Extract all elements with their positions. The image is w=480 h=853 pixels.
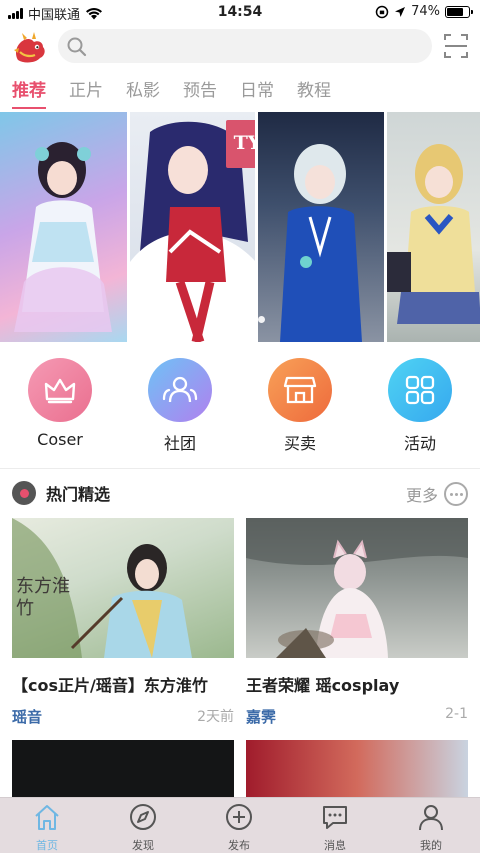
- post-image-peek[interactable]: [12, 740, 234, 800]
- section-title: 热门精选: [46, 485, 111, 504]
- search-icon: [67, 37, 87, 57]
- tabbar-home[interactable]: 首页: [12, 802, 82, 853]
- category-club[interactable]: 社团: [140, 358, 220, 454]
- tabbar-discover[interactable]: 发现: [108, 802, 178, 853]
- plus-circle-icon: [226, 804, 252, 830]
- battery-icon: [445, 5, 473, 18]
- group-icon: [148, 358, 212, 422]
- category-trade[interactable]: 买卖: [260, 358, 340, 454]
- tab-official[interactable]: 正片: [69, 76, 103, 109]
- post-card[interactable]: 东方淮竹 【cos正片/瑶音】东方淮竹 瑶音 2天前: [12, 518, 234, 727]
- post-image-peek[interactable]: [246, 740, 468, 800]
- user-icon: [419, 805, 443, 831]
- record-icon: [12, 481, 36, 505]
- category-tabs: 推荐 正片 私影 预告 日常 教程: [12, 76, 331, 109]
- tab-recommend[interactable]: 推荐: [12, 76, 46, 109]
- location-icon: [395, 6, 406, 17]
- tab-daily[interactable]: 日常: [240, 76, 274, 109]
- tabbar-label: 发现: [132, 839, 154, 852]
- category-label: Coser: [37, 430, 83, 449]
- grid-icon: [388, 358, 452, 422]
- battery-percent: 74%: [411, 4, 440, 19]
- banner-photo-4[interactable]: [386, 112, 480, 342]
- search-input[interactable]: [58, 29, 432, 63]
- tabbar-label: 我的: [420, 839, 442, 852]
- post-author[interactable]: 瑶音: [12, 706, 42, 727]
- scan-icon[interactable]: [444, 33, 468, 59]
- message-icon: [323, 806, 347, 829]
- tya-badge: TYA: [226, 120, 256, 168]
- post-date: 2天前: [197, 709, 234, 725]
- home-icon: [35, 805, 59, 830]
- tab-preview[interactable]: 预告: [183, 76, 217, 109]
- shop-icon: [268, 358, 332, 422]
- tab-tutorial[interactable]: 教程: [297, 76, 331, 109]
- app-screen: 中国联通 14:54 74% 推荐 正片 私影 预告 日常 教程 TY Cose…: [0, 0, 480, 853]
- banner-photo-2[interactable]: TYA: [130, 112, 256, 342]
- crown-icon: [28, 358, 92, 422]
- tabbar-publish[interactable]: 发布: [204, 802, 274, 853]
- category-label: 活动: [403, 434, 436, 453]
- more-button[interactable]: 更多: [406, 482, 468, 506]
- post-title[interactable]: 【cos正片/瑶音】东方淮竹: [12, 672, 234, 696]
- status-bar: 中国联通 14:54 74%: [0, 0, 480, 24]
- section-divider: [0, 468, 480, 469]
- tabbar-profile[interactable]: 我的: [396, 802, 466, 853]
- post-image[interactable]: [246, 518, 468, 658]
- bottom-tab-bar: 首页 发现 发布 消息 我的: [0, 797, 480, 853]
- category-event[interactable]: 活动: [380, 358, 460, 454]
- banner-carousel[interactable]: TYA: [0, 112, 480, 342]
- category-coser[interactable]: Coser: [20, 358, 100, 449]
- category-label: 买卖: [283, 434, 316, 453]
- category-label: 社团: [163, 434, 196, 453]
- dragon-logo-icon[interactable]: [10, 30, 48, 66]
- banner-photo-3[interactable]: [258, 112, 384, 342]
- tabbar-label: 发布: [228, 839, 250, 852]
- post-image[interactable]: 东方淮竹: [12, 518, 234, 658]
- post-date: 2-1: [445, 706, 468, 722]
- post-author[interactable]: 嘉霁: [246, 706, 276, 727]
- tab-private[interactable]: 私影: [126, 76, 160, 109]
- banner-photo-1[interactable]: [0, 112, 128, 342]
- more-label: 更多: [405, 486, 438, 505]
- post-image-caption: 东方淮竹: [16, 576, 70, 619]
- rotation-lock-icon: [375, 5, 389, 18]
- header: [0, 28, 480, 66]
- post-title[interactable]: 王者荣耀 瑶cosplay: [246, 672, 468, 696]
- category-shortcuts: Coser 社团 买卖 活动: [0, 358, 480, 458]
- hot-section-header: 热门精选: [12, 481, 110, 505]
- post-card[interactable]: 王者荣耀 瑶cosplay 嘉霁 2-1: [246, 518, 468, 727]
- more-dots-icon: [444, 482, 468, 506]
- tabbar-label: 首页: [36, 839, 58, 852]
- tabbar-messages[interactable]: 消息: [300, 802, 370, 853]
- compass-icon: [130, 804, 156, 830]
- tabbar-label: 消息: [324, 839, 346, 852]
